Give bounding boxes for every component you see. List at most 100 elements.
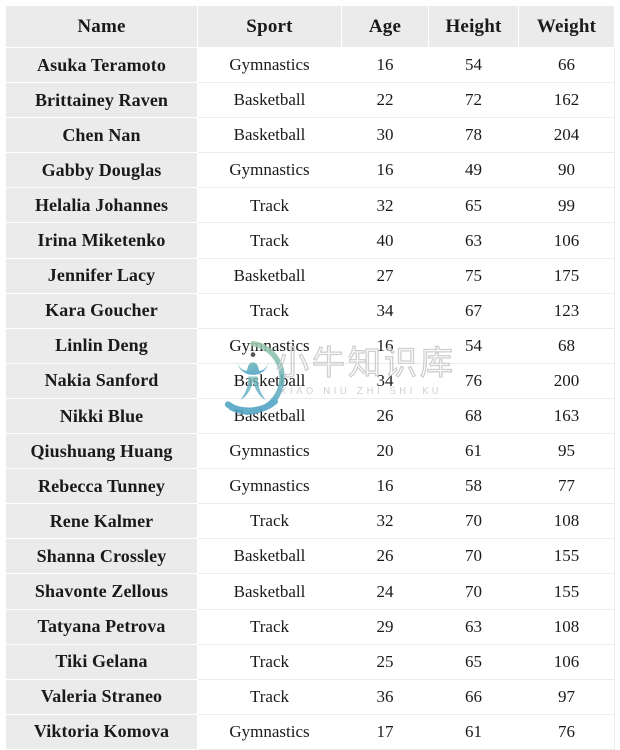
table-row[interactable]: Linlin Deng Gymnastics 16 54 68 — [5, 327, 615, 364]
cell-sport: Basketball — [197, 397, 342, 435]
cell-sport: Basketball — [197, 117, 342, 154]
cell-name: Jennifer Lacy — [5, 257, 198, 294]
cell-height: 66 — [428, 678, 519, 715]
cell-name: Linlin Deng — [5, 327, 198, 364]
cell-age: 16 — [341, 327, 429, 364]
cell-sport: Gymnastics — [197, 152, 342, 189]
cell-age: 26 — [341, 538, 429, 575]
cell-age: 17 — [341, 713, 429, 750]
table-row[interactable]: Nakia Sanford Basketball 34 76 200 — [5, 362, 615, 399]
cell-weight: 155 — [518, 573, 615, 610]
cell-height: 72 — [428, 82, 519, 119]
cell-weight: 99 — [518, 187, 615, 224]
cell-age: 32 — [341, 503, 429, 540]
table-row[interactable]: Brittainey Raven Basketball 22 72 162 — [5, 82, 615, 119]
table-row[interactable]: Helalia Johannes Track 32 65 99 — [5, 187, 615, 224]
column-header-sport[interactable]: Sport — [197, 5, 342, 48]
cell-name: Kara Goucher — [5, 292, 198, 329]
table-row[interactable]: Shanna Crossley Basketball 26 70 155 — [5, 538, 615, 575]
cell-weight: 123 — [518, 292, 615, 329]
cell-height: 68 — [428, 397, 519, 435]
table-row[interactable]: Valeria Straneo Track 36 66 97 — [5, 678, 615, 715]
cell-name: Valeria Straneo — [5, 678, 198, 715]
column-header-name[interactable]: Name — [5, 5, 198, 48]
table-row[interactable]: Shavonte Zellous Basketball 24 70 155 — [5, 573, 615, 610]
table-row[interactable]: Qiushuang Huang Gymnastics 20 61 95 — [5, 433, 615, 470]
cell-age: 40 — [341, 222, 429, 259]
cell-weight: 77 — [518, 468, 615, 505]
cell-name: Brittainey Raven — [5, 82, 198, 119]
cell-age: 22 — [341, 82, 429, 119]
cell-sport: Gymnastics — [197, 468, 342, 505]
cell-height: 65 — [428, 187, 519, 224]
table-row[interactable]: Tiki Gelana Track 25 65 106 — [5, 643, 615, 680]
table-header-row: Name Sport Age Height Weight — [5, 5, 615, 48]
cell-sport: Track — [197, 503, 342, 540]
table-row[interactable]: Rebecca Tunney Gymnastics 16 58 77 — [5, 468, 615, 505]
cell-sport: Gymnastics — [197, 46, 342, 84]
cell-name: Shanna Crossley — [5, 538, 198, 575]
table-row[interactable]: Asuka Teramoto Gymnastics 16 54 66 — [5, 46, 615, 84]
cell-age: 24 — [341, 573, 429, 610]
table-row[interactable]: Viktoria Komova Gymnastics 17 61 76 — [5, 713, 615, 750]
cell-sport: Basketball — [197, 538, 342, 575]
cell-age: 32 — [341, 187, 429, 224]
cell-height: 70 — [428, 538, 519, 575]
table-row[interactable]: Gabby Douglas Gymnastics 16 49 90 — [5, 152, 615, 189]
cell-age: 36 — [341, 678, 429, 715]
cell-name: Nikki Blue — [5, 397, 198, 435]
athletes-table: Name Sport Age Height Weight Asuka Teram… — [5, 5, 615, 750]
cell-name: Viktoria Komova — [5, 713, 198, 750]
cell-weight: 175 — [518, 257, 615, 294]
cell-height: 58 — [428, 468, 519, 505]
cell-weight: 95 — [518, 433, 615, 470]
cell-age: 25 — [341, 643, 429, 680]
table-row[interactable]: Kara Goucher Track 34 67 123 — [5, 292, 615, 329]
cell-age: 26 — [341, 397, 429, 435]
table-row[interactable]: Jennifer Lacy Basketball 27 75 175 — [5, 257, 615, 294]
table-header: Name Sport Age Height Weight — [5, 5, 615, 48]
table-row[interactable]: Rene Kalmer Track 32 70 108 — [5, 503, 615, 540]
cell-height: 70 — [428, 503, 519, 540]
cell-height: 63 — [428, 608, 519, 645]
table-row[interactable]: Chen Nan Basketball 30 78 204 — [5, 117, 615, 154]
column-header-age[interactable]: Age — [341, 5, 429, 48]
cell-sport: Gymnastics — [197, 433, 342, 470]
cell-height: 61 — [428, 713, 519, 750]
cell-sport: Gymnastics — [197, 327, 342, 364]
cell-age: 16 — [341, 46, 429, 84]
cell-height: 78 — [428, 117, 519, 154]
cell-age: 16 — [341, 152, 429, 189]
table-body: Asuka Teramoto Gymnastics 16 54 66 Brittainey… — [5, 46, 615, 750]
cell-age: 27 — [341, 257, 429, 294]
cell-height: 75 — [428, 257, 519, 294]
cell-weight: 68 — [518, 327, 615, 364]
column-header-weight[interactable]: Weight — [518, 5, 615, 48]
cell-sport: Basketball — [197, 82, 342, 119]
cell-name: Tiki Gelana — [5, 643, 198, 680]
cell-height: 76 — [428, 362, 519, 399]
cell-name: Chen Nan — [5, 117, 198, 154]
cell-name: Nakia Sanford — [5, 362, 198, 399]
cell-weight: 200 — [518, 362, 615, 399]
table-row[interactable]: Irina Miketenko Track 40 63 106 — [5, 222, 615, 259]
cell-weight: 106 — [518, 222, 615, 259]
cell-sport: Track — [197, 222, 342, 259]
cell-name: Gabby Douglas — [5, 152, 198, 189]
table-row[interactable]: Tatyana Petrova Track 29 63 108 — [5, 608, 615, 645]
cell-age: 20 — [341, 433, 429, 470]
cell-weight: 163 — [518, 397, 615, 435]
cell-height: 49 — [428, 152, 519, 189]
cell-height: 65 — [428, 643, 519, 680]
table-row[interactable]: Nikki Blue Basketball 26 68 163 — [5, 397, 615, 435]
cell-height: 70 — [428, 573, 519, 610]
cell-sport: Track — [197, 643, 342, 680]
cell-age: 16 — [341, 468, 429, 505]
cell-name: Helalia Johannes — [5, 187, 198, 224]
column-header-height[interactable]: Height — [428, 5, 519, 48]
cell-name: Qiushuang Huang — [5, 433, 198, 470]
cell-weight: 97 — [518, 678, 615, 715]
cell-name: Rebecca Tunney — [5, 468, 198, 505]
cell-weight: 76 — [518, 713, 615, 750]
cell-weight: 66 — [518, 46, 615, 84]
